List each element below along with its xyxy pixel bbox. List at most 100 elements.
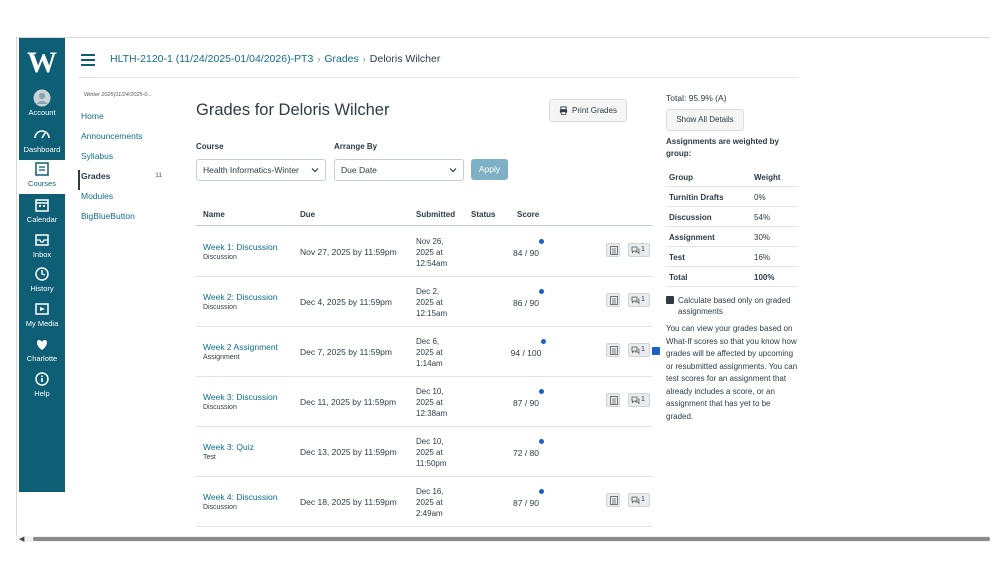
- submitted-date-line: 12:15am: [416, 309, 448, 318]
- nav-account[interactable]: Account: [19, 89, 65, 123]
- rubric-button[interactable]: [606, 343, 620, 357]
- table-header-row: Name Due Submitted Status Score: [196, 204, 652, 226]
- weight-group: Test: [669, 253, 685, 262]
- print-grades-label: Print Grades: [572, 106, 617, 115]
- header-status[interactable]: Status: [471, 210, 495, 219]
- submitted-date-line: 2025 at: [416, 348, 443, 357]
- due-date: Dec 4, 2025 by 11:59pm: [300, 297, 392, 307]
- score[interactable]: 84 / 90: [496, 248, 556, 258]
- comment-count: 1: [641, 246, 645, 253]
- nav-calendar[interactable]: Calendar: [19, 196, 65, 230]
- header-submitted[interactable]: Submitted: [416, 210, 455, 219]
- arrange-by-value: Due Date: [341, 165, 377, 175]
- assignment-link[interactable]: Week 2 Assignment: [203, 342, 278, 352]
- nav-charlotte-label: Charlotte: [26, 354, 58, 363]
- horizontal-scrollbar-thumb[interactable]: [33, 537, 990, 541]
- course-nav-grades[interactable]: Grades 11: [78, 170, 168, 190]
- nav-help[interactable]: Help: [19, 370, 65, 404]
- weights-header-row: Group Weight: [666, 167, 798, 187]
- breadcrumb-current: Deloris Wilcher: [369, 53, 441, 65]
- score[interactable]: 86 / 90: [496, 298, 556, 308]
- rubric-button[interactable]: [606, 293, 620, 307]
- nav-history-label: History: [30, 284, 54, 293]
- history-icon: [35, 267, 49, 281]
- nav-inbox[interactable]: Inbox: [19, 231, 65, 265]
- header-name[interactable]: Name: [203, 210, 225, 219]
- comments-button[interactable]: 1: [628, 493, 650, 507]
- course-nav-bigbluebutton[interactable]: BigBlueButton: [78, 210, 168, 230]
- score[interactable]: 94 / 100: [496, 348, 556, 358]
- global-navigation: W Account Dashboard Courses Calendar Inb…: [19, 38, 65, 492]
- hamburger-menu-icon[interactable]: [81, 54, 97, 66]
- course-nav-syllabus[interactable]: Syllabus: [78, 150, 168, 170]
- rubric-button[interactable]: [606, 393, 620, 407]
- comment-icon: [631, 346, 640, 355]
- rubric-button[interactable]: [606, 493, 620, 507]
- submitted-date-line: 11:50pm: [416, 459, 447, 468]
- chevron-down-icon: [449, 168, 457, 173]
- submitted-date-line: 12:54am: [416, 259, 448, 268]
- unread-indicator-icon: [539, 489, 544, 494]
- comments-button[interactable]: 1: [628, 343, 650, 357]
- show-all-details-button[interactable]: Show All Details: [666, 109, 744, 131]
- scroll-left-arrow-icon[interactable]: ◀: [19, 535, 24, 543]
- print-grades-button[interactable]: Print Grades: [549, 99, 627, 122]
- nav-charlotte[interactable]: Charlotte: [19, 335, 65, 369]
- assignment-link[interactable]: Week 4: Discussion: [203, 492, 277, 502]
- submitted-date-line: Dec 2,: [416, 287, 440, 296]
- table-row: Week 3: Discussion Discussion Dec 11, 2025…: [196, 377, 652, 427]
- comment-count: 1: [641, 396, 645, 403]
- help-icon: [35, 372, 49, 386]
- arrange-by-label: Arrange By: [334, 142, 378, 151]
- comments-button[interactable]: 1: [628, 243, 650, 257]
- score[interactable]: 87 / 90: [496, 498, 556, 508]
- institution-logo[interactable]: W: [19, 44, 65, 82]
- assignment-link[interactable]: Week 1: Discussion: [203, 242, 277, 252]
- weights-row: Assignment 30%: [666, 227, 798, 247]
- weights-row: Test 16%: [666, 247, 798, 267]
- submitted-date-line: 2025 at: [416, 248, 443, 257]
- header-score[interactable]: Score: [517, 210, 539, 219]
- course-nav-announcements[interactable]: Announcements: [78, 130, 168, 150]
- nav-inbox-label: Inbox: [32, 250, 52, 259]
- nav-my-media[interactable]: My Media: [19, 300, 65, 334]
- assignment-link[interactable]: Week 2: Discussion: [203, 292, 277, 302]
- course-nav-home[interactable]: Home: [78, 110, 168, 130]
- assignment-link[interactable]: Week 3: Quiz: [203, 442, 254, 452]
- total-grade: Total: 95.9% (A): [666, 93, 727, 103]
- breadcrumb-course-link[interactable]: HLTH-2120-1 (11/24/2025-01/04/2026)-PT3: [110, 53, 313, 65]
- header-due[interactable]: Due: [300, 210, 315, 219]
- breadcrumb-grades-link[interactable]: Grades: [324, 53, 358, 65]
- weights-header-weight: Weight: [754, 173, 781, 182]
- grade-summary-sidebar: Total: 95.9% (A) Show All Details Assign…: [666, 93, 798, 421]
- score[interactable]: 72 / 80: [496, 448, 556, 458]
- score[interactable]: 87 / 90: [496, 398, 556, 408]
- course-select[interactable]: Health Informatics-Winter: [196, 159, 326, 181]
- rubric-button[interactable]: [606, 243, 620, 257]
- my-media-icon: [35, 303, 49, 315]
- comment-count: 1: [641, 496, 645, 503]
- submitted-date: Nov 26, 2025 at 12:54am: [416, 236, 456, 269]
- course-nav-modules[interactable]: Modules: [78, 190, 168, 210]
- table-row: Week 3: Quiz Test Dec 13, 2025 by 11:59pm D…: [196, 427, 652, 477]
- unread-indicator-icon: [539, 439, 544, 444]
- term-label: Winter 2025(11/24/2025-0...: [84, 92, 153, 98]
- comments-button[interactable]: 1: [628, 293, 650, 307]
- page-header: HLTH-2120-1 (11/24/2025-01/04/2026)-PT3 ›…: [78, 44, 798, 78]
- nav-courses[interactable]: Courses: [19, 160, 65, 194]
- course-nav-grades-label: Grades: [81, 171, 111, 181]
- nav-dashboard[interactable]: Dashboard: [19, 126, 65, 160]
- assignment-link[interactable]: Week 3: Discussion: [203, 392, 277, 402]
- nav-dashboard-label: Dashboard: [23, 145, 61, 154]
- assignment-group: Test: [203, 454, 216, 461]
- nav-history[interactable]: History: [19, 265, 65, 299]
- window-top-border: [16, 37, 990, 38]
- comments-button[interactable]: 1: [628, 393, 650, 407]
- calculate-graded-only-option[interactable]: Calculate based only on graded assignmen…: [666, 295, 798, 317]
- checkbox-checked-icon[interactable]: [666, 296, 674, 304]
- course-select-value: Health Informatics-Winter: [203, 165, 299, 175]
- apply-button[interactable]: Apply: [471, 159, 508, 180]
- arrange-by-select[interactable]: Due Date: [334, 159, 464, 181]
- weight-group: Total: [669, 273, 688, 282]
- submitted-date: Dec 16, 2025 at 2:49am: [416, 486, 456, 519]
